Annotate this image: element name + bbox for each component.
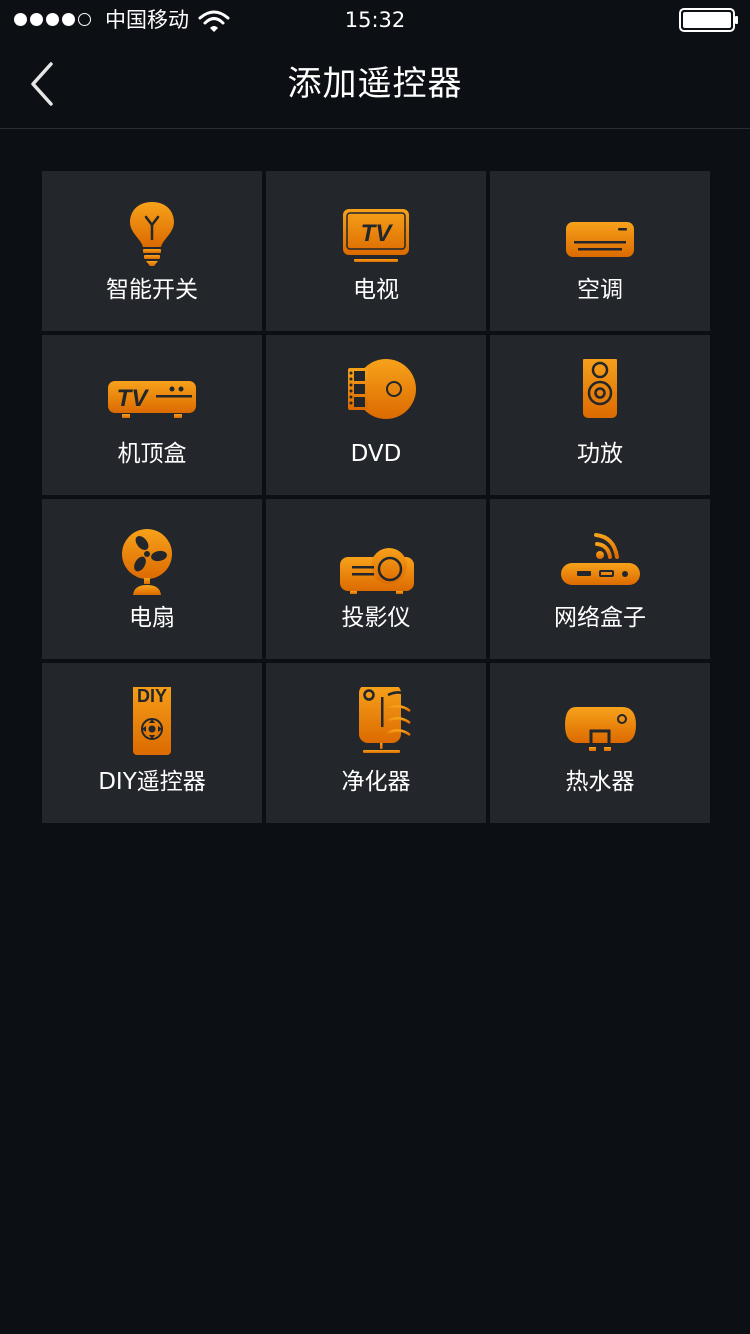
status-bar: 中国移动 15:32 bbox=[0, 0, 750, 40]
network-box-icon bbox=[561, 533, 640, 585]
water-heater-icon bbox=[565, 707, 636, 751]
device-label: 功放 bbox=[577, 441, 623, 467]
device-label: 投影仪 bbox=[341, 605, 411, 631]
air-purifier-icon bbox=[359, 687, 411, 753]
battery-icon bbox=[679, 8, 738, 32]
diy-remote-icon: DIY bbox=[133, 687, 171, 755]
device-label: 空调 bbox=[577, 277, 623, 303]
status-time: 15:32 bbox=[344, 8, 406, 32]
device-tile-smart-switch[interactable]: 智能开关 bbox=[42, 171, 262, 331]
device-tile-dvd[interactable]: DVD bbox=[266, 335, 486, 495]
device-tile-amplifier[interactable]: 功放 bbox=[490, 335, 710, 495]
svg-text:TV: TV bbox=[117, 385, 150, 412]
projector-icon bbox=[340, 548, 414, 594]
device-tile-projector[interactable]: 投影仪 bbox=[266, 499, 486, 659]
device-label: 机顶盒 bbox=[117, 441, 187, 467]
svg-text:TV: TV bbox=[361, 220, 394, 247]
device-label: 电扇 bbox=[129, 605, 175, 631]
device-label: DIY遥控器 bbox=[98, 769, 206, 795]
device-tile-air-conditioner[interactable]: 空调 bbox=[490, 171, 710, 331]
speaker-icon bbox=[583, 359, 617, 418]
tv-icon: TV bbox=[343, 209, 409, 262]
device-label: 智能开关 bbox=[106, 277, 198, 303]
device-tile-set-top-box[interactable]: TV 机顶盒 bbox=[42, 335, 262, 495]
device-label: 热水器 bbox=[565, 769, 635, 795]
device-tile-air-purifier[interactable]: 净化器 bbox=[266, 663, 486, 823]
device-label: DVD bbox=[350, 441, 402, 467]
page-title: 添加遥控器 bbox=[287, 64, 463, 104]
fan-icon bbox=[122, 529, 172, 595]
navigation-bar: 添加遥控器 bbox=[0, 40, 750, 129]
device-type-grid: 智能开关 TV 电视 空调 TV 机顶盒 DVD 功放 电扇 投影仪 网络盒子 … bbox=[42, 171, 710, 823]
dvd-icon bbox=[348, 359, 416, 419]
device-label: 电视 bbox=[353, 277, 399, 303]
device-label: 净化器 bbox=[341, 769, 411, 795]
light-bulb-icon bbox=[130, 202, 174, 266]
device-tile-diy-remote[interactable]: DIY DIY遥控器 bbox=[42, 663, 262, 823]
air-conditioner-icon bbox=[566, 222, 634, 257]
device-tile-network-box[interactable]: 网络盒子 bbox=[490, 499, 710, 659]
device-tile-water-heater[interactable]: 热水器 bbox=[490, 663, 710, 823]
set-top-box-icon: TV bbox=[108, 381, 196, 418]
device-tile-tv[interactable]: TV 电视 bbox=[266, 171, 486, 331]
diy-icon-text: DIY bbox=[137, 687, 167, 706]
device-tile-fan[interactable]: 电扇 bbox=[42, 499, 262, 659]
device-label: 网络盒子 bbox=[554, 605, 646, 631]
